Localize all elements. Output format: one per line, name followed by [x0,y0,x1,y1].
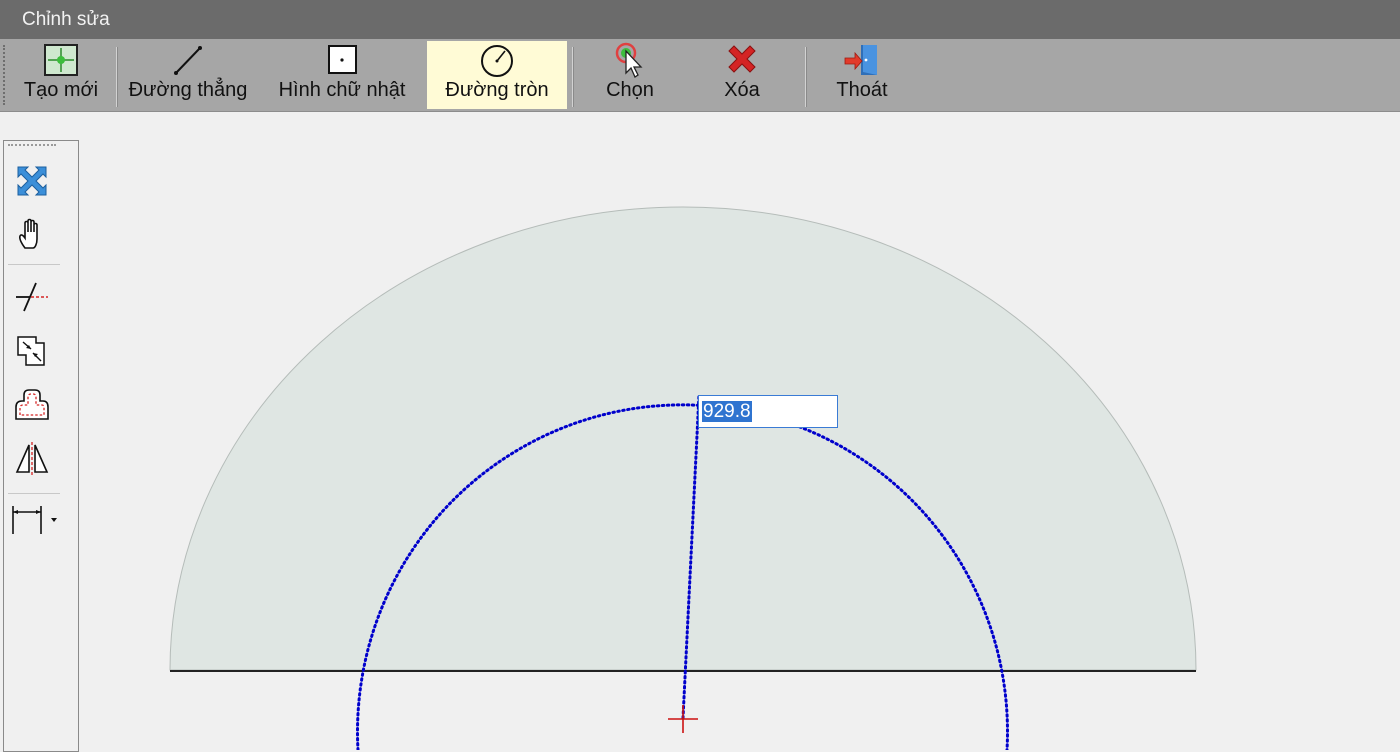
window-titlebar: Chỉnh sửa [0,0,1400,39]
pan-button[interactable] [12,214,52,254]
rectangle-icon [328,45,357,74]
exit-button[interactable]: Thoát [822,41,902,109]
circle-tool-button[interactable]: Đường tròn [427,41,567,109]
toolbar-separator [572,47,574,107]
circle-icon [481,45,513,77]
mirror-button[interactable] [12,439,52,479]
delete-button[interactable]: Xóa [702,41,782,109]
semicircle-shape[interactable] [169,206,1197,671]
window-title: Chỉnh sửa [22,9,110,30]
chevron-down-icon [51,518,57,522]
toolbar-separator [805,47,807,107]
mirror-icon [15,442,49,476]
radius-input-value: 929.8 [702,401,752,422]
pan-hand-icon [19,218,38,249]
exit-door-icon [844,45,877,75]
panel-grip[interactable] [8,144,56,148]
main-toolbar: Tạo mới Đường thẳng Hình chữ nhật Đường … [0,39,1400,112]
panel-separator [8,264,60,265]
new-button-label: Tạo mới [23,79,99,101]
zoom-extents-icon [17,166,47,196]
offset-button[interactable] [12,331,52,371]
delete-button-label: Xóa [724,79,760,101]
new-button[interactable]: Tạo mới [14,41,108,109]
dimension-icon [12,506,57,534]
panel-separator [8,493,60,494]
trim-icon [16,282,48,312]
rectangle-tool-button[interactable]: Hình chữ nhật [272,41,412,109]
dimension-dropdown-button[interactable] [6,499,64,539]
zoom-extents-button[interactable] [12,161,52,201]
trim-button[interactable] [12,277,52,317]
delete-x-icon [728,45,756,73]
rectangle-tool-label: Hình chữ nhật [278,79,406,101]
offset-icon [17,336,45,366]
select-button[interactable]: Chọn [590,41,670,109]
line-icon [174,46,202,75]
fillet-button[interactable] [12,385,52,425]
line-tool-label: Đường thẳng [128,79,248,101]
new-sheet-icon [44,44,78,76]
drawing-canvas[interactable] [0,0,1400,750]
fillet-icon [15,389,49,420]
radius-input[interactable]: 929.8 [698,395,838,428]
circle-tool-label: Đường tròn [445,79,549,101]
toolbar-separator [116,47,118,107]
center-crosshair-icon [668,705,698,733]
left-tool-panel [3,140,79,752]
line-tool-button[interactable]: Đường thẳng [124,41,252,109]
select-cursor-icon [615,42,643,78]
exit-button-label: Thoát [836,79,888,101]
toolbar-grip[interactable] [3,45,7,105]
select-button-label: Chọn [606,79,654,101]
